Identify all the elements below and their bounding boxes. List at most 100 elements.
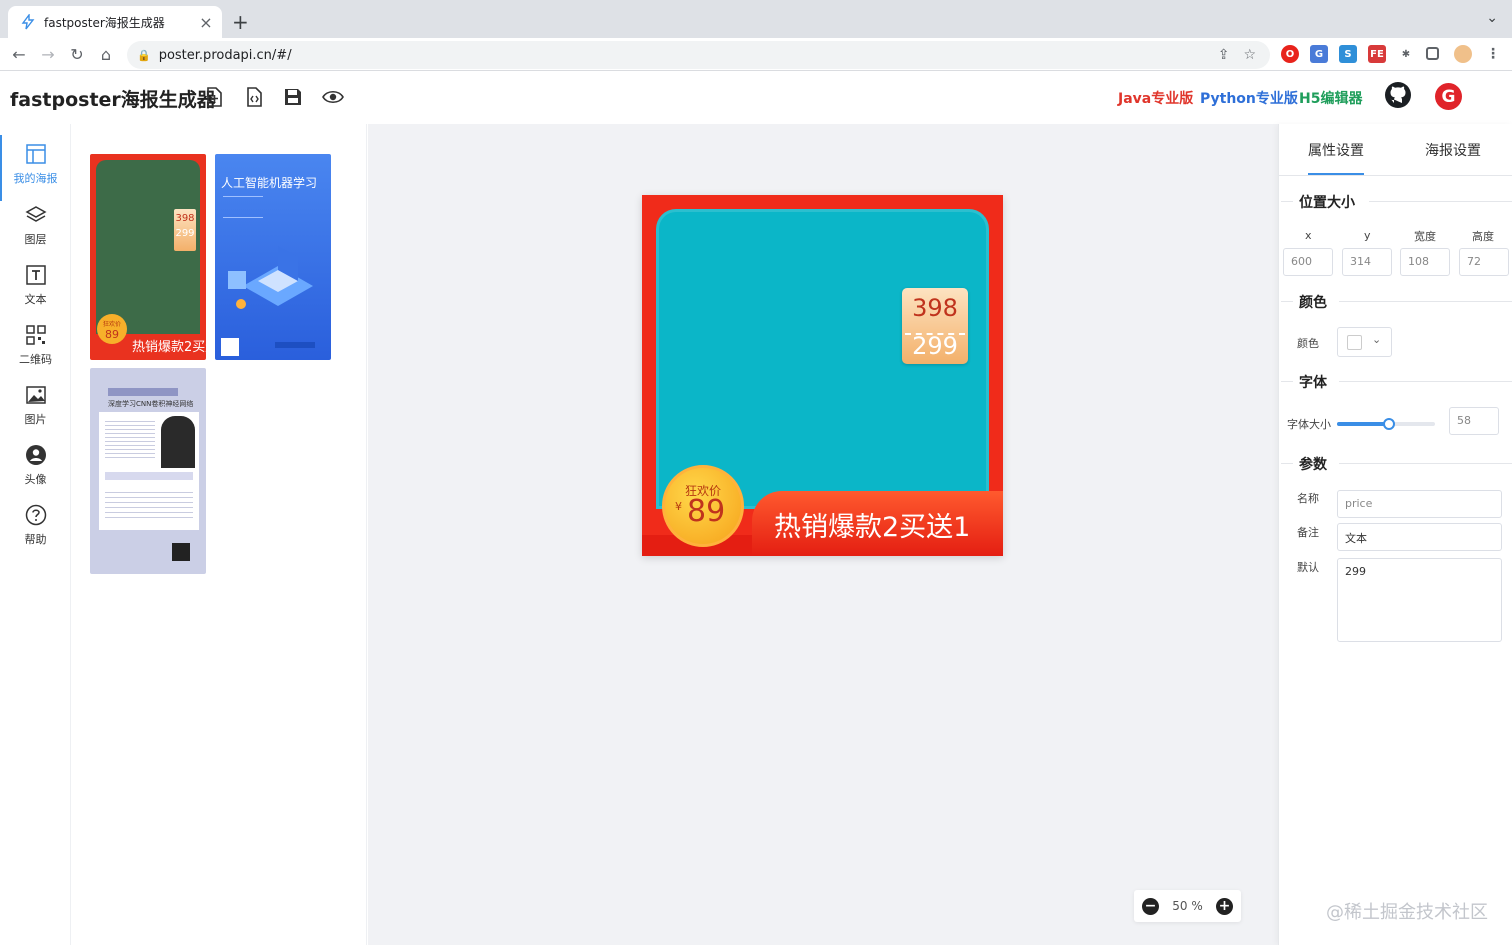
home-icon[interactable]: ⌂ bbox=[95, 43, 117, 65]
thumb-cnn-qrcode bbox=[172, 543, 190, 561]
note-input[interactable]: 文本 bbox=[1337, 523, 1502, 551]
zoom-out-icon[interactable]: − bbox=[1142, 897, 1159, 915]
sidebar-item-label: 图片 bbox=[24, 413, 47, 426]
section-line bbox=[1369, 201, 1512, 202]
height-input[interactable]: 72 bbox=[1459, 248, 1509, 276]
thumb-coin-label: 狂欢价 bbox=[102, 321, 121, 328]
original-price-text[interactable]: 398 bbox=[902, 294, 968, 322]
forward-icon[interactable]: → bbox=[37, 43, 59, 65]
sidebar-item-avatar[interactable]: 头像 bbox=[0, 444, 71, 500]
help-icon bbox=[25, 504, 46, 526]
github-icon[interactable] bbox=[1384, 81, 1412, 109]
editor-canvas-area[interactable]: 398 299 热销爆款2买送1 狂欢价 ¥ 89 − 50 % + bbox=[368, 124, 1278, 945]
qrcode-icon bbox=[25, 325, 46, 345]
poster-thumbnail-sale[interactable]: 398 299 狂欢价 89 热销爆款2买送1 bbox=[90, 154, 206, 360]
browser-menu-icon[interactable]: ⋮ bbox=[1484, 45, 1502, 63]
font-size-slider[interactable] bbox=[1337, 418, 1435, 430]
sidebar-item-help[interactable]: 帮助 bbox=[0, 504, 71, 560]
section-line bbox=[1281, 201, 1293, 202]
thumb-ai-bullets bbox=[223, 196, 263, 218]
h5-editor-link[interactable]: H5编辑器 bbox=[1299, 88, 1362, 108]
default-textarea[interactable]: 299 bbox=[1337, 558, 1502, 642]
bookmark-star-icon[interactable]: ☆ bbox=[1243, 47, 1256, 63]
font-size-input[interactable]: 58 bbox=[1449, 407, 1499, 435]
promo-banner[interactable]: 热销爆款2买送1 bbox=[752, 491, 1003, 556]
tab-poster-settings[interactable]: 海报设置 bbox=[1425, 140, 1481, 160]
tab-search-icon[interactable]: ⌄ bbox=[1486, 10, 1498, 26]
new-file-icon[interactable] bbox=[203, 86, 225, 108]
x-input[interactable]: 600 bbox=[1283, 248, 1333, 276]
price-tag-element[interactable]: 398 299 bbox=[902, 288, 968, 364]
zoom-control: − 50 % + bbox=[1134, 890, 1241, 922]
height-label: 高度 bbox=[1472, 230, 1494, 243]
sidebar-item-my-posters[interactable]: 我的海报 bbox=[0, 135, 71, 201]
section-params: 参数 bbox=[1279, 454, 1512, 474]
color-picker[interactable]: ⌄ bbox=[1337, 327, 1392, 357]
slider-handle[interactable] bbox=[1382, 418, 1395, 430]
watermark: @稀土掘金技术社区 bbox=[1326, 902, 1488, 923]
tab-property-settings[interactable]: 属性设置 bbox=[1308, 140, 1364, 175]
thumb-ai-button bbox=[275, 342, 315, 348]
fe-extension-icon[interactable]: FE bbox=[1368, 45, 1386, 63]
opera-extension-icon[interactable]: O bbox=[1281, 45, 1299, 63]
zoom-in-icon[interactable]: + bbox=[1216, 897, 1233, 915]
coin-price-text[interactable]: 89 bbox=[687, 494, 725, 529]
thumb-coin: 狂欢价 89 bbox=[97, 314, 127, 344]
x-label: x bbox=[1305, 229, 1312, 242]
back-icon[interactable]: ← bbox=[8, 43, 30, 65]
section-line bbox=[1281, 381, 1293, 382]
translate-extension-icon[interactable]: G bbox=[1310, 45, 1328, 63]
zoom-level: 50 % bbox=[1172, 899, 1203, 913]
font-size-label: 字体大小 bbox=[1287, 418, 1331, 431]
sidebar-item-layers[interactable]: 图层 bbox=[0, 204, 71, 260]
share-icon[interactable]: ⇪ bbox=[1218, 47, 1230, 63]
slider-fill bbox=[1337, 422, 1389, 426]
name-label: 名称 bbox=[1297, 492, 1319, 505]
profile-avatar-icon[interactable] bbox=[1454, 45, 1472, 63]
image-icon bbox=[25, 386, 46, 404]
reload-icon[interactable]: ↻ bbox=[66, 43, 88, 65]
left-tool-sidebar: 我的海报 图层 文本 二维码 图片 头像 帮助 bbox=[0, 124, 71, 945]
price-coin-badge[interactable]: 狂欢价 ¥ 89 bbox=[662, 465, 744, 547]
sale-price-text[interactable]: 299 bbox=[902, 332, 968, 360]
thumb-ai-qrcode bbox=[221, 338, 239, 356]
section-position-size: 位置大小 bbox=[1279, 192, 1512, 212]
thumb-ai-title: 人工智能机器学习 bbox=[221, 176, 318, 190]
sidebar-item-image[interactable]: 图片 bbox=[0, 384, 71, 440]
browser-tabbar: fastposter海报生成器 × + ⌄ bbox=[0, 0, 1512, 38]
java-pro-link[interactable]: Java专业版 bbox=[1118, 88, 1193, 108]
sidebar-item-qrcode[interactable]: 二维码 bbox=[0, 324, 71, 380]
sidebar-item-text[interactable]: 文本 bbox=[0, 264, 71, 320]
gitee-icon[interactable]: G bbox=[1435, 83, 1462, 110]
section-title: 位置大小 bbox=[1296, 192, 1358, 212]
tab-title: fastposter海报生成器 bbox=[44, 15, 165, 30]
width-input[interactable]: 108 bbox=[1400, 248, 1450, 276]
promo-banner-text[interactable]: 热销爆款2买送1 bbox=[774, 505, 970, 544]
poster-thumbnail-cnn[interactable]: 深度学习CNN卷积神经网络 bbox=[90, 368, 206, 574]
tab-divider bbox=[1279, 175, 1512, 176]
preview-eye-icon[interactable] bbox=[322, 86, 344, 108]
color-label: 颜色 bbox=[1297, 337, 1319, 350]
browser-tab[interactable]: fastposter海报生成器 × bbox=[8, 6, 222, 38]
side-panel-icon[interactable] bbox=[1426, 47, 1439, 60]
code-file-icon[interactable] bbox=[243, 86, 265, 108]
python-pro-link[interactable]: Python专业版 bbox=[1200, 88, 1298, 108]
save-icon[interactable] bbox=[282, 86, 304, 108]
sidebar-item-label: 二维码 bbox=[19, 353, 52, 366]
poster-thumbnail-ai[interactable]: 人工智能机器学习 bbox=[215, 154, 331, 360]
thumb-cnn-list bbox=[105, 488, 193, 518]
layout-icon bbox=[25, 144, 46, 164]
address-bar[interactable]: 🔒 poster.prodapi.cn/#/ ⇪ ☆ bbox=[127, 41, 1270, 69]
close-tab-icon[interactable]: × bbox=[198, 13, 214, 32]
puzzle-extensions-icon[interactable]: ✱ bbox=[1397, 45, 1415, 63]
y-label: y bbox=[1364, 229, 1371, 242]
new-tab-icon[interactable]: + bbox=[232, 10, 249, 34]
y-input[interactable]: 314 bbox=[1342, 248, 1392, 276]
chevron-down-icon: ⌄ bbox=[1372, 333, 1382, 346]
app-title: fastposter海报生成器 bbox=[10, 89, 216, 111]
note-label: 备注 bbox=[1297, 526, 1319, 539]
screenshot-extension-icon[interactable]: S bbox=[1339, 45, 1357, 63]
section-font: 字体 bbox=[1279, 372, 1512, 392]
poster-canvas[interactable]: 398 299 热销爆款2买送1 狂欢价 ¥ 89 bbox=[642, 195, 1003, 556]
name-input[interactable]: price bbox=[1337, 490, 1502, 518]
